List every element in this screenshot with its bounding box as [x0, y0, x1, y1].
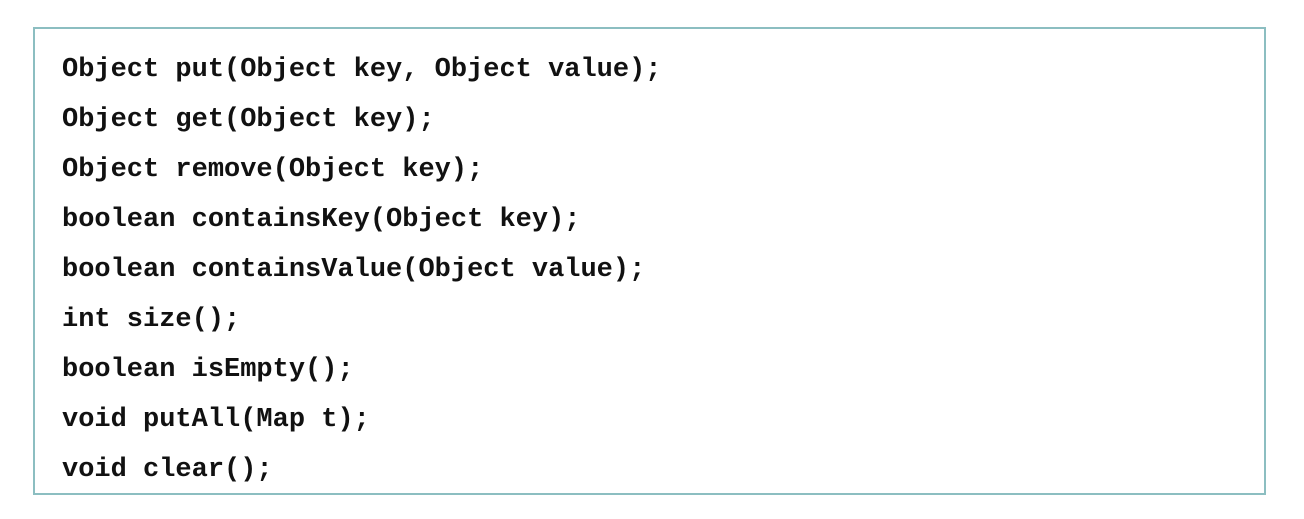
code-line: Object remove(Object key); [62, 155, 484, 185]
code-line: int size(); [62, 305, 241, 335]
code-line: void putAll(Map t); [62, 405, 370, 435]
code-line: boolean containsValue(Object value); [62, 255, 646, 285]
code-line: Object put(Object key, Object value); [62, 55, 662, 85]
code-line: boolean containsKey(Object key); [62, 205, 581, 235]
code-block-panel: Object put(Object key, Object value); Ob… [33, 27, 1266, 495]
code-line: void clear(); [62, 455, 273, 485]
code-listing: Object put(Object key, Object value); Ob… [62, 45, 1264, 493]
code-line: Object get(Object key); [62, 105, 435, 135]
code-line: boolean isEmpty(); [62, 355, 354, 385]
